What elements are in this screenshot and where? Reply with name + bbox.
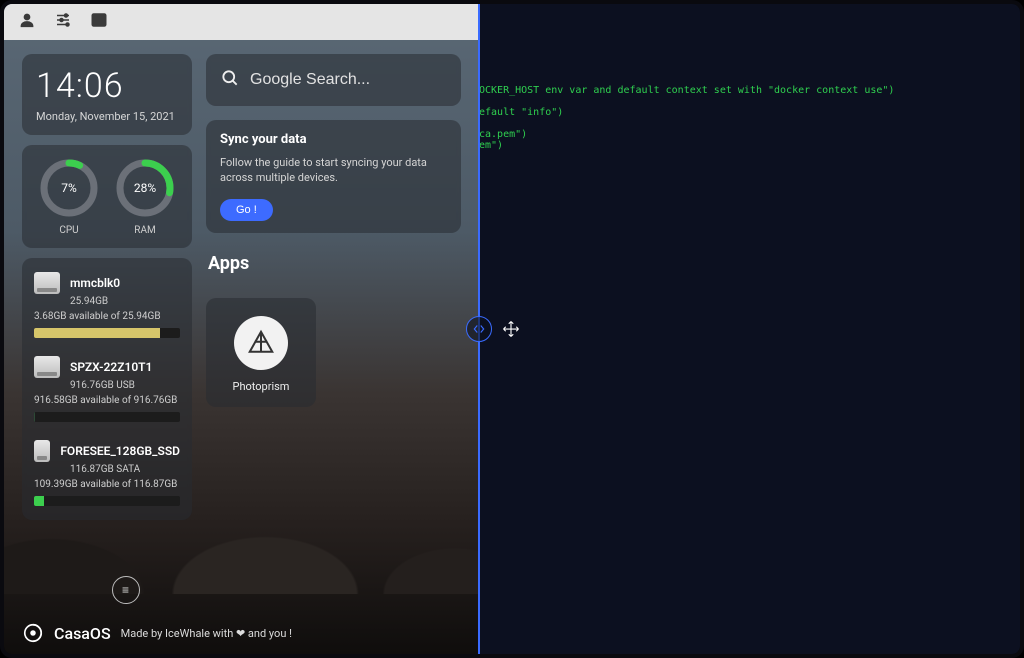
disk-available: 916.58GB available of 916.76GB: [34, 395, 180, 406]
terminal-pane[interactable]: OCKER_HOST env var and default context s…: [479, 4, 1020, 654]
hamburger-icon: ≡: [122, 583, 130, 597]
cpu-gauge: 7% CPU: [38, 157, 100, 236]
cpu-label: CPU: [59, 225, 78, 236]
left-column: 14:06 Monday, November 15, 2021 7%: [22, 54, 192, 520]
gauges-card: 7% CPU 28% RA: [22, 145, 192, 248]
cpu-percent: 7%: [38, 157, 100, 219]
disk-size: 25.94GB: [70, 296, 180, 307]
disk-size: 116.87GB SATA: [70, 464, 180, 475]
sync-desc: Follow the guide to start syncing your d…: [220, 155, 447, 186]
menu-fab[interactable]: ≡: [112, 576, 140, 604]
disk-row[interactable]: SPZX-22Z10T1 916.76GB USB 916.58GB avail…: [34, 356, 180, 422]
app-window: 14:06 Monday, November 15, 2021 7%: [0, 0, 1024, 658]
disk-bar: [34, 412, 180, 422]
sync-title: Sync your data: [220, 132, 447, 147]
settings-sliders-icon[interactable]: [54, 11, 72, 33]
divider-handle[interactable]: [466, 316, 492, 342]
app-name: Photoprism: [233, 380, 290, 393]
apps-heading: Apps: [208, 253, 461, 274]
terminal-icon[interactable]: [90, 11, 108, 33]
terminal-line: em"): [479, 140, 503, 151]
ram-percent: 28%: [114, 157, 176, 219]
terminal-line: ca.pem"): [479, 129, 527, 140]
disk-name: SPZX-22Z10T1: [70, 360, 152, 374]
dashboard-pane: 14:06 Monday, November 15, 2021 7%: [4, 4, 479, 654]
clock-time: 14:06: [36, 66, 178, 106]
disk-bar: [34, 328, 180, 338]
disks-card: mmcblk0 25.94GB 3.68GB available of 25.9…: [22, 258, 192, 520]
search-icon: [220, 68, 240, 92]
disk-row[interactable]: FORESEE_128GB_SSD 116.87GB SATA 109.39GB…: [34, 440, 180, 506]
brand-name: CasaOS: [54, 624, 111, 643]
app-tile-photoprism[interactable]: Photoprism: [206, 298, 316, 407]
terminal-line: OCKER_HOST env var and default context s…: [479, 85, 894, 96]
disk-name: mmcblk0: [70, 276, 120, 290]
clock-date: Monday, November 15, 2021: [36, 110, 178, 123]
drive-icon: [34, 440, 50, 462]
disk-row[interactable]: mmcblk0 25.94GB 3.68GB available of 25.9…: [34, 272, 180, 338]
footer-credit: Made by IceWhale with ❤ and you !: [121, 627, 292, 640]
drive-icon: [34, 356, 60, 378]
sync-card: Sync your data Follow the guide to start…: [206, 120, 461, 233]
footer: CasaOS Made by IceWhale with ❤ and you !: [22, 622, 479, 644]
disk-name: FORESEE_128GB_SSD: [60, 444, 180, 458]
search-card[interactable]: [206, 54, 461, 106]
disk-available: 3.68GB available of 25.94GB: [34, 311, 180, 322]
disk-available: 109.39GB available of 116.87GB: [34, 479, 180, 490]
top-bar: [4, 4, 479, 40]
ram-gauge: 28% RAM: [114, 157, 176, 236]
sync-go-button[interactable]: Go !: [220, 199, 273, 221]
drive-icon: [34, 272, 60, 294]
search-input[interactable]: [250, 71, 447, 89]
disk-bar: [34, 496, 180, 506]
ram-label: RAM: [134, 225, 155, 236]
account-icon[interactable]: [18, 11, 36, 33]
clock-card: 14:06 Monday, November 15, 2021: [22, 54, 192, 135]
right-column: Sync your data Follow the guide to start…: [206, 54, 461, 520]
disk-size: 916.76GB USB: [70, 380, 180, 391]
dashboard-content: 14:06 Monday, November 15, 2021 7%: [4, 40, 479, 520]
casaos-logo-icon: [22, 622, 44, 644]
terminal-line: efault "info"): [479, 107, 563, 118]
photoprism-icon: [234, 316, 288, 370]
